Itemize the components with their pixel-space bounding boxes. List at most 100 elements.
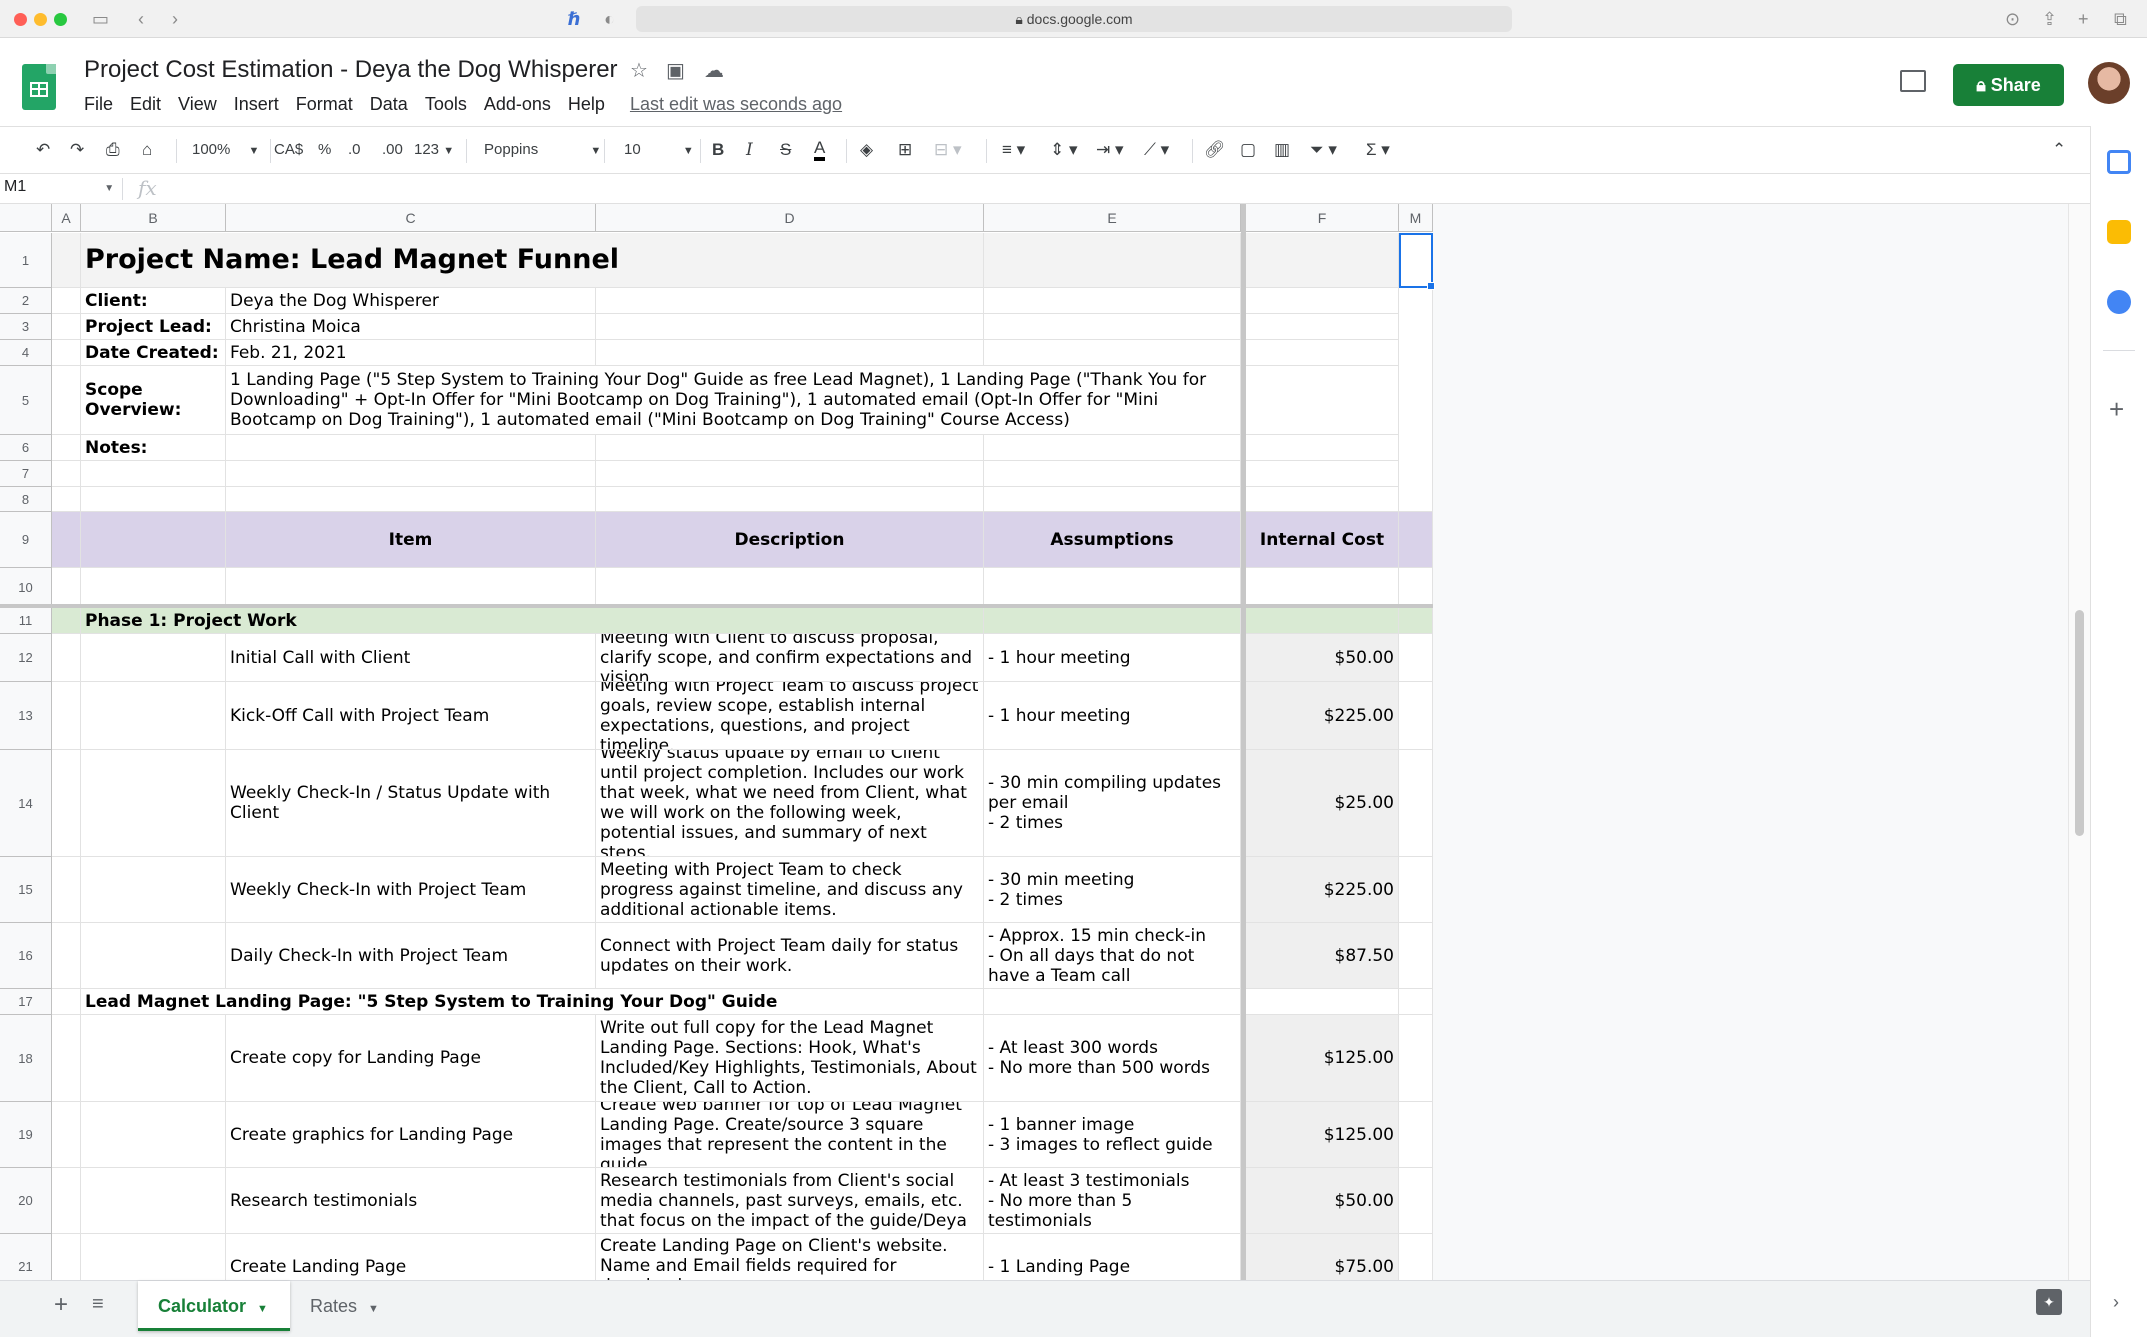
chevron-down-icon[interactable]: ▼	[257, 1303, 268, 1315]
value-client[interactable]: Deya the Dog Whisperer	[226, 288, 596, 314]
row-header-6[interactable]: 6	[0, 435, 52, 461]
cost-cell[interactable]: $25.00	[1246, 750, 1399, 857]
close-window-icon[interactable]	[14, 13, 27, 26]
cell-a5[interactable]	[52, 366, 81, 435]
table-row[interactable]	[52, 923, 81, 989]
column-header-f[interactable]: F	[1246, 204, 1399, 232]
scrollbar-thumb[interactable]	[2075, 610, 2084, 836]
star-icon[interactable]: ☆	[630, 58, 648, 83]
chevron-down-icon[interactable]: ▼	[368, 1303, 379, 1315]
cell-a6[interactable]	[52, 435, 81, 461]
label-client[interactable]: Client:	[81, 288, 226, 314]
section-lead-magnet-label[interactable]: Lead Magnet Landing Page: "5 Step System…	[81, 989, 984, 1015]
cell-a8[interactable]	[52, 487, 81, 512]
cell-d8[interactable]	[596, 487, 984, 512]
cell-m14[interactable]	[1399, 750, 1433, 857]
back-icon[interactable]: ‹	[138, 9, 144, 29]
cell-e17[interactable]	[984, 989, 1241, 1015]
shield-icon[interactable]: ◐	[604, 9, 615, 29]
phase-1-label[interactable]: Phase 1: Project Work	[81, 608, 984, 634]
comment-history-icon[interactable]	[1900, 70, 1926, 92]
cell-f11[interactable]	[1246, 608, 1399, 634]
cell-e8[interactable]	[984, 487, 1241, 512]
name-box[interactable]: M1 ▼	[4, 178, 114, 196]
table-row[interactable]	[52, 1015, 81, 1102]
paint-format-icon[interactable]: ⌂	[142, 139, 152, 161]
row-header-9[interactable]: 9	[0, 512, 52, 568]
description-cell[interactable]: Create web banner for top of Lead Magnet…	[596, 1102, 984, 1168]
explore-icon[interactable]: ✦	[2036, 1289, 2062, 1315]
item-cell[interactable]: Daily Check-In with Project Team	[226, 923, 596, 989]
cell-f17[interactable]	[1246, 989, 1399, 1015]
description-cell[interactable]: Weekly status update by email to Client …	[596, 750, 984, 857]
address-bar[interactable]: 🔒︎ docs.google.com	[636, 6, 1512, 32]
menu-insert[interactable]: Insert	[234, 94, 279, 118]
calendar-icon[interactable]	[2107, 150, 2131, 174]
cell-b10[interactable]	[81, 568, 226, 608]
cell-f6[interactable]	[1246, 435, 1399, 461]
cell-b1-title[interactable]: Project Name: Lead Magnet Funnel	[81, 233, 984, 288]
cost-cell[interactable]: $225.00	[1246, 857, 1399, 923]
text-color-button[interactable]: A	[814, 139, 826, 161]
item-cell[interactable]: Weekly Check-In with Project Team	[226, 857, 596, 923]
description-cell[interactable]: Meeting with Project Team to discuss pro…	[596, 682, 984, 750]
column-header-d[interactable]: D	[596, 204, 984, 232]
select-all-corner[interactable]	[0, 204, 52, 232]
assumptions-cell[interactable]: - 30 min compiling updates per email - 2…	[984, 750, 1241, 857]
cell-d6[interactable]	[596, 435, 984, 461]
cell-m10[interactable]	[1399, 568, 1433, 608]
forward-icon[interactable]: ›	[172, 9, 178, 29]
row-header-10[interactable]: 10	[0, 568, 52, 608]
column-header-e[interactable]: E	[984, 204, 1241, 232]
cell-b19[interactable]	[81, 1102, 226, 1168]
new-tab-icon[interactable]: +	[2078, 9, 2089, 29]
row-header-21[interactable]: 21	[0, 1234, 52, 1280]
table-row[interactable]	[52, 1102, 81, 1168]
insert-link-icon[interactable]: 🔗︎	[1204, 139, 1226, 161]
menu-file[interactable]: File	[84, 94, 113, 118]
cost-cell[interactable]: $225.00	[1246, 682, 1399, 750]
assumptions-cell[interactable]: - 30 min meeting - 2 times	[984, 857, 1241, 923]
cell-b7[interactable]	[81, 461, 226, 487]
row-header-1[interactable]: 1	[0, 233, 52, 288]
add-sheet-icon[interactable]: +	[54, 1291, 68, 1319]
move-folder-icon[interactable]: ▣	[666, 58, 685, 83]
item-cell[interactable]: Kick-Off Call with Project Team	[226, 682, 596, 750]
cell-m13[interactable]	[1399, 682, 1433, 750]
cost-cell[interactable]: $125.00	[1246, 1015, 1399, 1102]
row-header-19[interactable]: 19	[0, 1102, 52, 1168]
cell-a10[interactable]	[52, 568, 81, 608]
avatar[interactable]	[2088, 62, 2130, 104]
menu-format[interactable]: Format	[296, 94, 353, 118]
percent-format-button[interactable]: %	[318, 139, 331, 161]
cell-f2[interactable]	[1246, 288, 1399, 314]
formula-input[interactable]	[176, 178, 2056, 200]
label-project-lead[interactable]: Project Lead:	[81, 314, 226, 340]
cell-b8[interactable]	[81, 487, 226, 512]
header-item[interactable]: Item	[226, 512, 596, 568]
cell-e1[interactable]	[984, 233, 1241, 288]
header-assumptions[interactable]: Assumptions	[984, 512, 1241, 568]
cell-c8[interactable]	[226, 487, 596, 512]
description-cell[interactable]: Create Landing Page on Client's website.…	[596, 1234, 984, 1280]
expand-panel-icon[interactable]: ›	[2113, 1292, 2119, 1313]
cost-cell[interactable]: $125.00	[1246, 1102, 1399, 1168]
currency-format-button[interactable]: CA$	[274, 139, 303, 161]
description-cell[interactable]: Meeting with Project Team to check progr…	[596, 857, 984, 923]
cell-b20[interactable]	[81, 1168, 226, 1234]
item-cell[interactable]: Create graphics for Landing Page	[226, 1102, 596, 1168]
cell-e6[interactable]	[984, 435, 1241, 461]
assumptions-cell[interactable]: - 1 hour meeting	[984, 682, 1241, 750]
cell-e10[interactable]	[984, 568, 1241, 608]
table-row[interactable]	[52, 1168, 81, 1234]
cell-a3[interactable]	[52, 314, 81, 340]
cell-m2-8[interactable]	[1399, 288, 1433, 512]
column-header-m[interactable]: M	[1399, 204, 1433, 232]
cell-a1[interactable]	[52, 233, 81, 288]
keep-icon[interactable]	[2107, 220, 2131, 244]
item-cell[interactable]: Research testimonials	[226, 1168, 596, 1234]
cell-f8[interactable]	[1246, 487, 1399, 512]
cell-a11[interactable]	[52, 608, 81, 634]
cell-m11[interactable]	[1399, 608, 1433, 634]
cell-f3[interactable]	[1246, 314, 1399, 340]
